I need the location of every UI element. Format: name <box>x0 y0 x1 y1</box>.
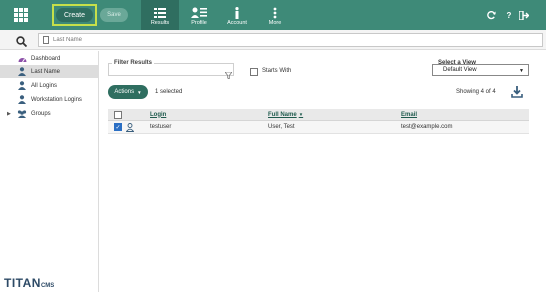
sort-desc-icon: ▼ <box>298 112 304 117</box>
view-select-value: Default View <box>443 67 477 73</box>
chevron-down-icon: ▼ <box>519 68 524 74</box>
more-icon <box>273 5 277 20</box>
select-all-checkbox[interactable] <box>114 110 122 119</box>
refresh-icon[interactable] <box>486 10 496 20</box>
tab-results[interactable]: Results <box>141 0 179 30</box>
results-table: Login Full Name ▼ Email ✓ testuser User,… <box>108 109 529 134</box>
person-icon <box>17 81 27 90</box>
tab-more[interactable]: More <box>256 0 294 30</box>
tab-profile[interactable]: Profile <box>180 0 218 30</box>
search-input[interactable] <box>53 37 453 43</box>
person-icon <box>17 67 27 76</box>
tab-results-label: Results <box>150 20 170 26</box>
column-header-full-name[interactable]: Full Name ▼ <box>268 109 303 120</box>
list-icon <box>154 5 166 20</box>
info-icon <box>234 5 240 20</box>
tab-more-label: More <box>268 20 282 26</box>
starts-with-checkbox[interactable] <box>250 68 258 76</box>
sidebar-item-label: Dashboard <box>31 55 61 62</box>
column-header-full-name-label: Full Name <box>268 111 297 118</box>
logo-main-text: TITAN <box>4 276 41 290</box>
sidebar-item-groups[interactable]: ▶ Groups <box>0 107 99 120</box>
titan-cms-logo: TITANCMS <box>4 276 54 290</box>
chevron-right-icon[interactable]: ▶ <box>7 111 11 117</box>
table-header: Login Full Name ▼ Email <box>108 109 529 121</box>
selection-count: 1 selected <box>155 89 183 95</box>
sidebar-item-label: Groups <box>31 110 51 117</box>
search-field[interactable] <box>38 33 543 47</box>
sidebar-item-workstation-logins[interactable]: Workstation Logins <box>0 93 99 106</box>
top-bar: Create Save Results Profile Account More… <box>0 0 546 30</box>
user-outline-icon <box>126 121 134 133</box>
save-button[interactable]: Save <box>100 8 128 22</box>
group-icon <box>17 109 27 118</box>
sidebar-item-last-name[interactable]: Last Name <box>0 65 99 78</box>
tab-account-label: Account <box>227 20 247 26</box>
profile-icon <box>191 5 207 20</box>
app-grid-icon[interactable] <box>14 8 28 22</box>
document-icon <box>43 36 49 44</box>
filter-funnel-icon[interactable] <box>224 66 233 80</box>
sidebar-item-dashboard[interactable]: Dashboard <box>0 52 99 65</box>
search-row <box>0 30 546 50</box>
cell-full-name: User, Test <box>268 124 295 130</box>
starts-with-label: Starts With <box>262 68 292 74</box>
table-row[interactable]: ✓ testuser User, Test test@example.com <box>108 121 529 134</box>
sidebar: Dashboard Last Name All Logins Workstati… <box>0 51 99 292</box>
row-checkbox[interactable]: ✓ <box>114 123 122 131</box>
actions-label: Actions <box>114 89 135 95</box>
result-count: Showing 4 of 4 <box>456 89 496 95</box>
sidebar-item-label: Workstation Logins <box>31 96 82 103</box>
logout-icon[interactable] <box>519 10 529 20</box>
column-header-email[interactable]: Email <box>401 109 417 120</box>
dashboard-icon <box>17 54 27 63</box>
column-header-login[interactable]: Login <box>150 109 166 120</box>
cell-email: test@example.com <box>401 124 453 130</box>
search-icon[interactable] <box>16 34 28 48</box>
help-icon[interactable]: ? <box>504 10 514 20</box>
person-icon <box>17 95 27 104</box>
tab-profile-label: Profile <box>191 20 207 26</box>
sidebar-item-label: Last Name <box>31 68 61 75</box>
cell-login: testuser <box>150 124 172 130</box>
filter-results-label: Filter Results <box>112 60 155 66</box>
logo-sub-text: CMS <box>40 283 55 289</box>
download-icon[interactable] <box>511 85 523 98</box>
create-button[interactable]: Create <box>56 8 93 22</box>
caret-down-icon: ▼ <box>137 89 142 95</box>
actions-button[interactable]: Actions ▼ <box>108 85 148 99</box>
sidebar-item-label: All Logins <box>31 82 58 89</box>
tab-account[interactable]: Account <box>218 0 256 30</box>
view-select[interactable]: Default View ▼ <box>432 64 529 76</box>
sidebar-item-all-logins[interactable]: All Logins <box>0 79 99 92</box>
create-highlight: Create <box>52 4 97 26</box>
